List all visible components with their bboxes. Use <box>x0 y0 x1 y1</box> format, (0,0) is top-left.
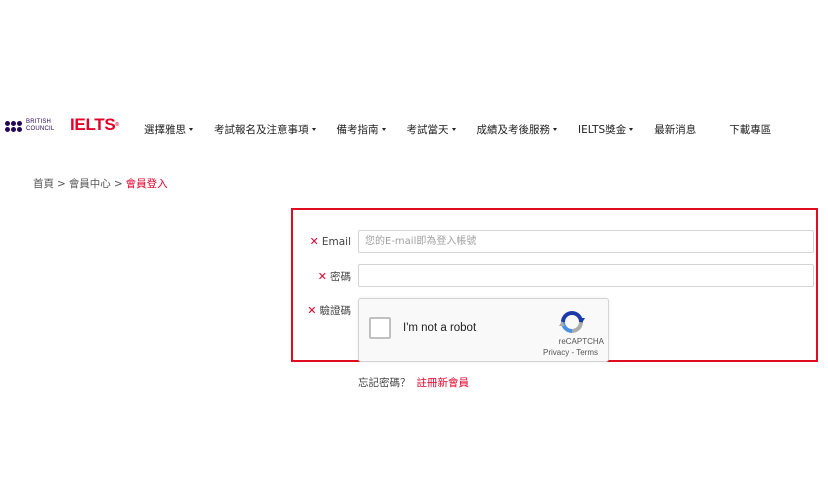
recaptcha-checkbox[interactable] <box>369 317 391 339</box>
recaptcha-checkbox-label: I'm not a robot <box>403 322 477 334</box>
required-mark-icon: ✕ <box>317 270 327 283</box>
password-label: ✕ 密碼 <box>318 269 351 284</box>
nav-item-results[interactable]: 成績及考後服務 <box>476 122 557 137</box>
recaptcha-brand: reCAPTCHA <box>558 337 604 346</box>
recaptcha-terms-link[interactable]: Terms <box>576 348 598 357</box>
required-mark-icon: ✕ <box>309 235 319 248</box>
nav-item-prep-guide[interactable]: 備考指南 <box>337 122 386 137</box>
caret-down-icon <box>553 128 557 131</box>
nav-item-label: 選擇雅思 <box>144 124 186 136</box>
breadcrumb-separator: > <box>57 178 66 190</box>
breadcrumb-home[interactable]: 首頁 <box>33 178 54 190</box>
nav-item-label: 備考指南 <box>336 124 379 136</box>
british-council-wordmark: BRITISH COUNCIL <box>26 119 54 133</box>
recaptcha-privacy-link[interactable]: Privacy <box>543 348 569 357</box>
british-council-logo[interactable]: BRITISH COUNCIL <box>5 119 54 133</box>
nav-item-test-day[interactable]: 考試當天 <box>407 122 456 137</box>
nav-item-label: 成績及考後服務 <box>476 124 551 136</box>
captcha-label-text: 驗證碼 <box>319 305 352 317</box>
page: BRITISH COUNCIL IELTS® 選擇雅思 考試報名及注意事項 備考… <box>0 0 828 500</box>
recaptcha-logo-icon <box>559 311 585 333</box>
nav-item-label: 考試當天 <box>406 124 449 136</box>
registered-mark-icon: ® <box>115 122 119 128</box>
captcha-label: ✕ 驗證碼 <box>307 303 351 318</box>
breadcrumb-separator: > <box>113 178 123 190</box>
recaptcha-widget: I'm not a robot reCAPTCHA Privacy - Term… <box>358 298 609 362</box>
login-form: ✕Email ✕密碼 ✕驗證碼 I'm not a robot reCAPTCH… <box>291 208 818 362</box>
nav-item-label: IELTS獎金 <box>578 124 627 136</box>
caret-down-icon <box>189 128 193 131</box>
email-field[interactable] <box>358 230 814 253</box>
main-nav: 選擇雅思 考試報名及注意事項 備考指南 考試當天 成績及考後服務 IELTS獎金 <box>144 122 771 137</box>
forgot-password-link[interactable]: 忘記密碼？ <box>358 377 411 389</box>
caret-down-icon <box>381 128 386 131</box>
account-links: 忘記密碼？ 註冊新會員 <box>358 375 469 390</box>
caret-down-icon <box>629 128 634 131</box>
nav-item-label: 最新消息 <box>654 124 697 136</box>
email-label-text: Email <box>321 236 351 248</box>
password-label-text: 密碼 <box>330 271 351 283</box>
site-header: BRITISH COUNCIL IELTS® 選擇雅思 考試報名及注意事項 備考… <box>0 106 828 148</box>
caret-down-icon <box>311 128 316 131</box>
caret-down-icon <box>451 128 456 131</box>
required-mark-icon: ✕ <box>307 304 317 317</box>
nav-item-ielts-prize[interactable]: IELTS獎金 <box>578 122 634 137</box>
nav-item-choose-ielts[interactable]: 選擇雅思 <box>144 122 193 137</box>
nav-item-label: 下載專區 <box>729 124 772 136</box>
recaptcha-links: Privacy - Terms <box>543 348 598 357</box>
nav-item-label: 考試報名及注意事項 <box>214 124 309 136</box>
brand-line-1: BRITISH <box>26 119 52 125</box>
breadcrumb-current: 會員登入 <box>125 178 168 190</box>
breadcrumb-member-center[interactable]: 會員中心 <box>69 178 111 190</box>
register-link[interactable]: 註冊新會員 <box>417 377 470 389</box>
nav-item-downloads[interactable]: 下載專區 <box>729 122 771 137</box>
email-label: ✕ Email <box>310 235 351 248</box>
nav-item-registration[interactable]: 考試報名及注意事項 <box>214 122 316 137</box>
breadcrumb: 首頁 > 會員中心 > 會員登入 <box>33 176 168 191</box>
password-field[interactable] <box>358 264 814 287</box>
ielts-logo-text: IELTS <box>70 115 116 134</box>
nav-item-news[interactable]: 最新消息 <box>654 122 696 137</box>
british-council-dots-icon <box>5 120 22 132</box>
ielts-logo[interactable]: IELTS® <box>70 115 119 135</box>
brand-line-2: COUNCIL <box>26 126 55 132</box>
